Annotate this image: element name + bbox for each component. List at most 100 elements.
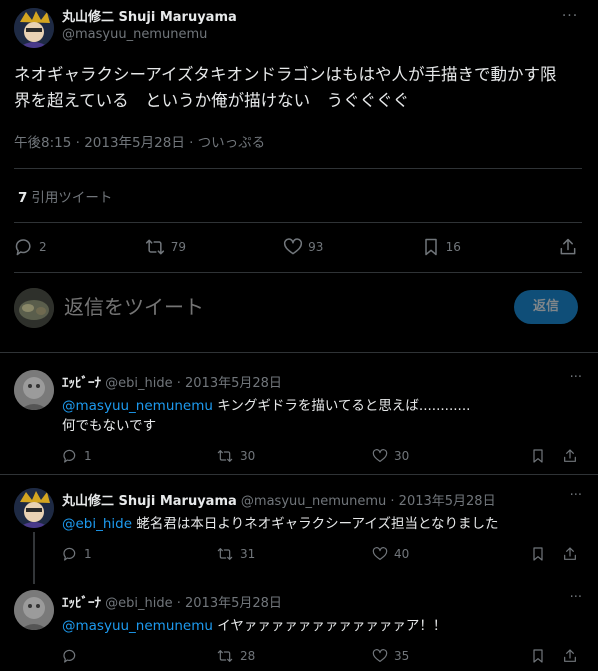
reply-text: @masyuu_nemunemu イヤァァァァァァァァァァァァア！！	[62, 616, 582, 636]
main-tweet-header: 丸山修二 Shuji Maruyama @masyuu_nemunemu ···	[14, 4, 584, 50]
reply-action-bar: 1 30 30	[62, 446, 580, 466]
share-button[interactable]	[562, 448, 578, 464]
quote-tweets-link[interactable]: 7 引用ツイート	[18, 186, 112, 206]
like-button[interactable]: 40	[372, 546, 530, 562]
reply-button[interactable]: 1	[62, 448, 216, 464]
retweet-button[interactable]: 79	[144, 237, 186, 257]
divider	[0, 474, 598, 475]
reply-submit-button[interactable]: 返信	[514, 290, 578, 324]
reply-action-bar: 28 35	[62, 646, 580, 666]
reply-text-line: @ebi_hide 蛯名君は本日よりネオギャラクシーアイズ担当となりました	[62, 514, 582, 534]
tweet-meta[interactable]: 午後8:15 · 2013年5月28日 · ついっぷる	[14, 131, 265, 151]
current-user-avatar	[14, 288, 54, 328]
reply-count: 2	[39, 240, 47, 254]
bookmark-button[interactable]	[530, 648, 562, 664]
bookmark-button[interactable]: 16	[421, 237, 461, 257]
bookmark-button[interactable]	[530, 448, 562, 464]
like-button[interactable]: 30	[372, 448, 530, 464]
reply-text-line: @masyuu_nemunemu キングギドラを描いてると思えば........…	[62, 396, 582, 416]
tweet-text-line: 界を超えている というか俺が描けない うぐぐぐぐ	[14, 91, 410, 110]
reply-text-line: @masyuu_nemunemu イヤァァァァァァァァァァァァア！！	[62, 616, 582, 636]
reply-header: ｴｯﾋﾞｰﾅ @ebi_hide · 2013年5月28日	[62, 372, 282, 391]
retweet-count: 31	[240, 547, 256, 561]
reply-button[interactable]: 2	[14, 237, 47, 257]
reply-text: @masyuu_nemunemu キングギドラを描いてると思えば........…	[62, 396, 582, 436]
quote-count: 7	[18, 190, 28, 206]
author-handle[interactable]: @masyuu_nemunemu	[62, 26, 237, 44]
retweet-icon	[217, 548, 233, 560]
retweet-button[interactable]: 30	[216, 448, 372, 464]
reply-avatar[interactable]	[14, 488, 54, 528]
retweet-count: 79	[170, 240, 187, 254]
reply-handle-date[interactable]: @ebi_hide · 2013年5月28日	[105, 376, 282, 391]
author-block: 丸山修二 Shuji Maruyama @masyuu_nemunemu	[62, 9, 237, 44]
more-icon[interactable]: ···	[570, 488, 582, 503]
mention-link[interactable]: @masyuu_nemunemu	[62, 618, 213, 634]
mention-link[interactable]: @masyuu_nemunemu	[62, 398, 213, 414]
like-icon	[372, 449, 388, 462]
more-icon[interactable]: ···	[570, 590, 582, 605]
retweet-button[interactable]: 28	[216, 648, 372, 664]
tweet-page: 丸山修二 Shuji Maruyama @masyuu_nemunemu ···…	[0, 0, 598, 671]
reply-text-content: イヤァァァァァァァァァァァァア！！	[212, 618, 447, 634]
share-icon	[560, 238, 576, 255]
share-button[interactable]	[562, 546, 578, 562]
reply-avatar[interactable]	[14, 590, 54, 630]
reply-handle-date[interactable]: @masyuu_nemunemu · 2013年5月28日	[241, 494, 496, 509]
reply-count: 1	[84, 449, 92, 463]
retweet-icon	[217, 450, 233, 462]
share-icon	[564, 649, 576, 662]
reply-button[interactable]	[62, 648, 216, 664]
reply-handle-date[interactable]: @ebi_hide · 2013年5月28日	[105, 596, 282, 611]
reply-header: 丸山修二 Shuji Maruyama @masyuu_nemunemu · 2…	[62, 490, 496, 509]
reply-input[interactable]	[64, 294, 444, 322]
reply-button[interactable]: 1	[62, 546, 216, 562]
share-button[interactable]	[558, 237, 578, 257]
reply-action-bar: 1 31 40	[62, 544, 580, 564]
retweet-count: 30	[240, 449, 256, 463]
more-icon[interactable]: ···	[560, 9, 580, 30]
share-icon	[564, 449, 576, 462]
bookmark-icon	[533, 547, 543, 561]
more-icon[interactable]: ···	[570, 370, 582, 385]
retweet-icon	[145, 239, 164, 255]
reply-avatar[interactable]	[14, 370, 54, 410]
retweet-count: 28	[240, 649, 256, 663]
like-icon	[372, 547, 388, 560]
main-action-bar: 2 79 93 16	[14, 234, 578, 260]
reply-icon	[63, 449, 76, 463]
divider	[0, 352, 598, 353]
reply-author-name[interactable]: ｴｯﾋﾞｰﾅ	[62, 376, 101, 391]
bookmark-button[interactable]	[530, 546, 562, 562]
quote-label: 引用ツイート	[31, 190, 113, 206]
bookmark-icon	[424, 238, 437, 256]
like-icon	[284, 238, 303, 255]
like-count: 40	[394, 547, 410, 561]
bookmark-icon	[533, 649, 543, 663]
reply-header: ｴｯﾋﾞｰﾅ @ebi_hide · 2013年5月28日	[62, 592, 282, 611]
reply-author-name[interactable]: 丸山修二 Shuji Maruyama	[62, 494, 237, 509]
divider	[14, 272, 582, 273]
bookmark-count: 16	[445, 240, 461, 254]
author-avatar[interactable]	[14, 8, 54, 48]
mention-link[interactable]: @ebi_hide	[62, 516, 132, 532]
retweet-button[interactable]: 31	[216, 546, 372, 562]
reply-text: @ebi_hide 蛯名君は本日よりネオギャラクシーアイズ担当となりました	[62, 514, 582, 534]
reply-composer: 返信	[14, 286, 578, 328]
reply-author-name[interactable]: ｴｯﾋﾞｰﾅ	[62, 596, 101, 611]
reply-text-content: 蛯名君は本日よりネオギャラクシーアイズ担当となりました	[132, 516, 499, 532]
reply-icon	[15, 239, 31, 256]
reply-text-content: キングギドラを描いてると思えば............	[212, 398, 471, 414]
divider	[14, 168, 582, 169]
tweet-text-line: ネオギャラクシーアイズタキオンドラゴンはもはや人が手描きで動かす限	[14, 65, 557, 84]
share-button[interactable]	[562, 648, 578, 664]
like-button[interactable]: 93	[283, 237, 323, 257]
retweet-icon	[217, 650, 233, 662]
reply-icon	[63, 547, 76, 561]
reply-text-line: 何でもないです	[62, 418, 157, 434]
divider	[14, 222, 582, 223]
like-count: 93	[308, 240, 324, 254]
like-icon	[372, 649, 388, 662]
like-button[interactable]: 35	[372, 648, 530, 664]
author-name[interactable]: 丸山修二 Shuji Maruyama	[62, 9, 237, 26]
